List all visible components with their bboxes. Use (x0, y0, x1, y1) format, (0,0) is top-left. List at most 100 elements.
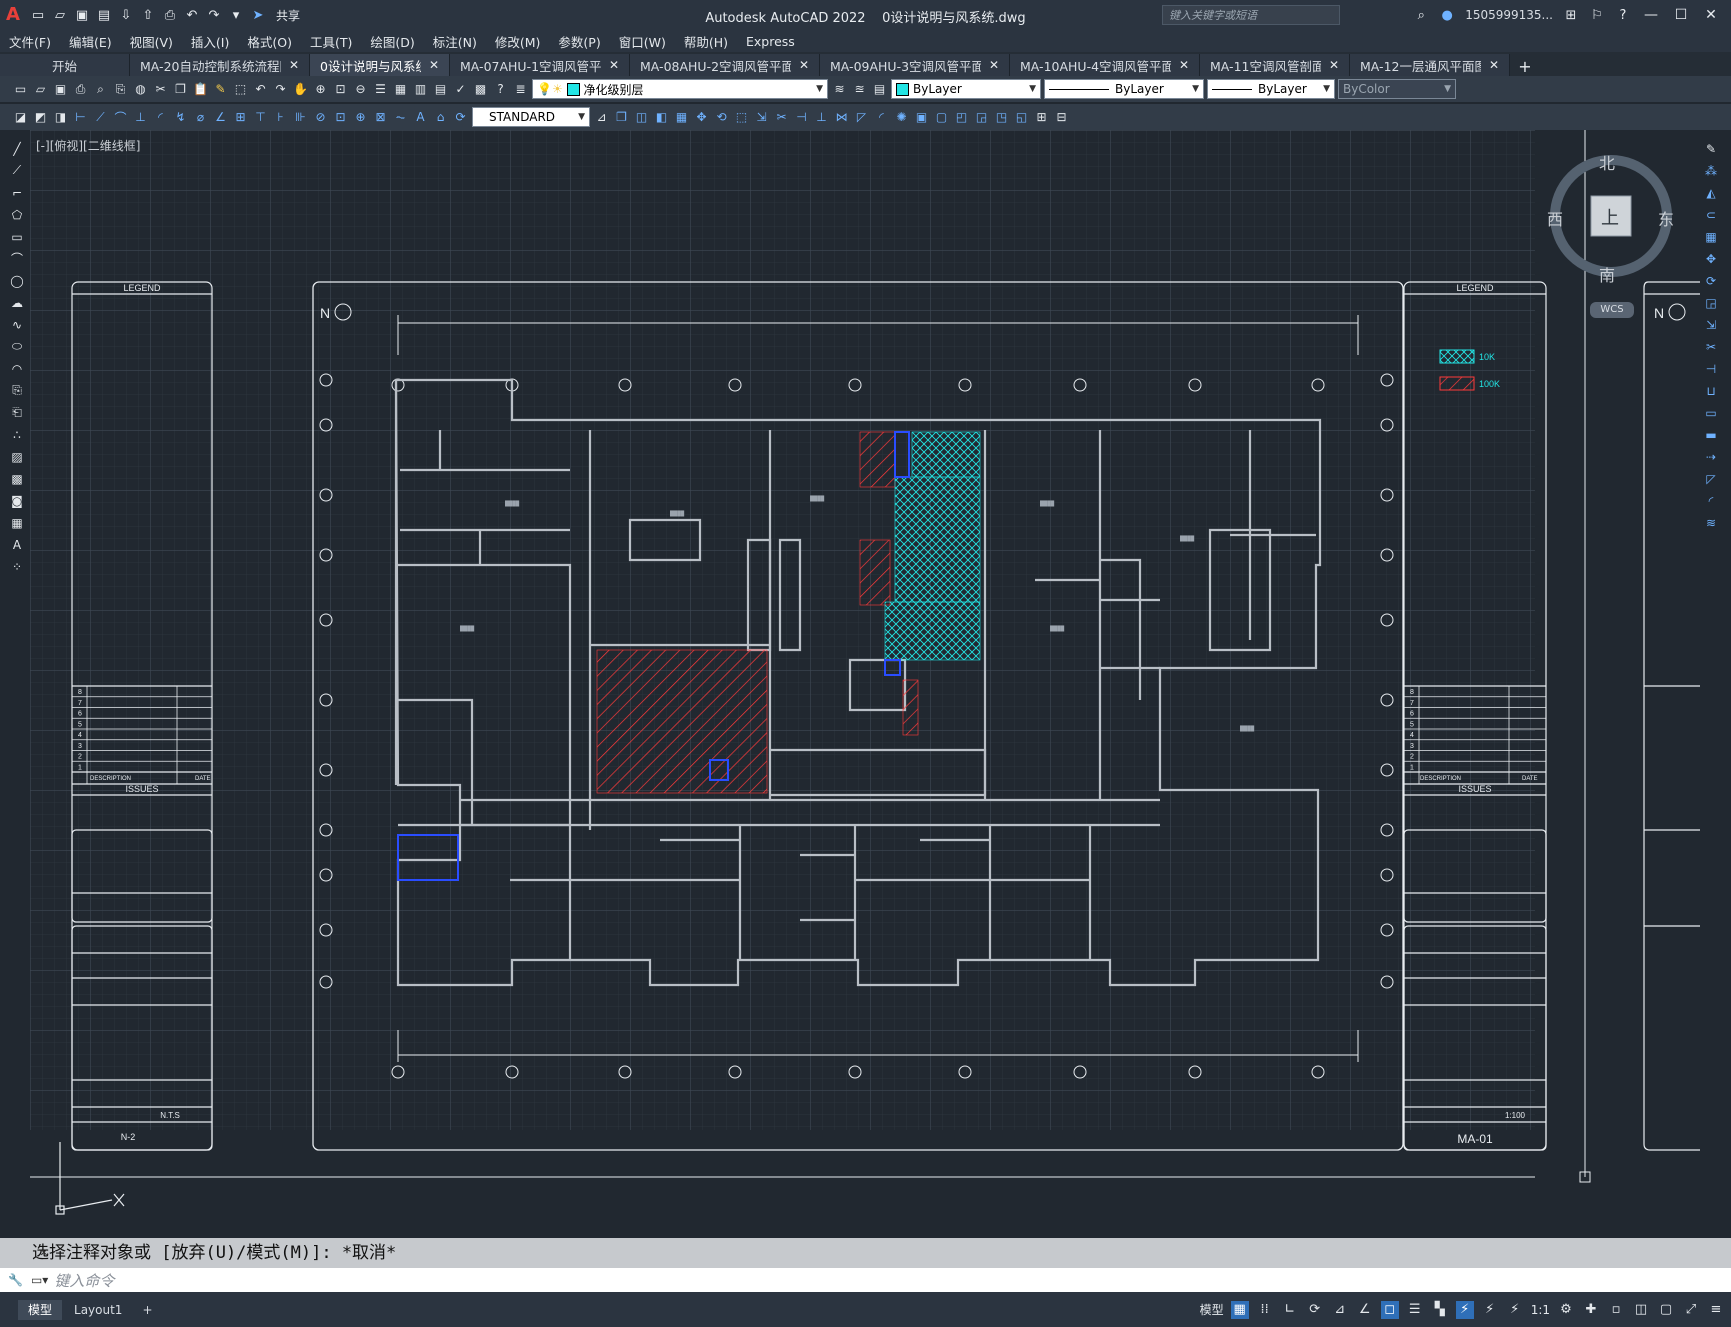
copy-icon[interactable]: ⁂ (1703, 162, 1720, 179)
array-icon[interactable]: ▦ (1703, 228, 1720, 245)
plot-preview-icon[interactable]: ⌕ (92, 81, 109, 98)
open-icon[interactable]: ▱ (32, 81, 49, 98)
blend-icon[interactable]: ◜ (1703, 492, 1720, 509)
close-command-icon[interactable]: ✕ (40, 1238, 48, 1268)
linear-dim-icon[interactable]: ⊢ (72, 109, 89, 126)
units-icon[interactable]: ▫ (1607, 1301, 1625, 1319)
markup-icon[interactable]: ✓ (452, 81, 469, 98)
modify-array-icon[interactable]: ▦ (673, 109, 690, 126)
arc-icon[interactable]: ⌒ (9, 250, 26, 267)
jogged-linear-icon[interactable]: ⏦ (392, 109, 409, 126)
menu-item[interactable]: 标注(N) (424, 32, 486, 51)
baseline-dim-icon[interactable]: ⊤ (252, 109, 269, 126)
lineweight-icon[interactable]: ☰ (1406, 1301, 1424, 1319)
tolerance-icon[interactable]: ⊡ (332, 109, 349, 126)
point-icon[interactable]: ∴ (9, 426, 26, 443)
dim-break-icon[interactable]: ⊘ (312, 109, 329, 126)
modify-offset-icon[interactable]: ◧ (653, 109, 670, 126)
document-tab[interactable]: MA-10AHU-4空调风管平面图* ✕ (1010, 54, 1200, 76)
save-icon[interactable]: ▣ (52, 81, 69, 98)
break-icon[interactable]: ▭ (1703, 404, 1720, 421)
erase-icon[interactable]: ✎ (1703, 140, 1720, 157)
user-account-label[interactable]: 1505999135... (1465, 8, 1553, 22)
color-dropdown[interactable]: ByLayer ▼ (891, 79, 1041, 99)
new-icon[interactable]: ▭ (12, 81, 29, 98)
undo-icon[interactable]: ↶ (252, 81, 269, 98)
zoom-realtime-icon[interactable]: ⊕ (312, 81, 329, 98)
layout-tab[interactable]: Layout1 (64, 1300, 132, 1320)
dim-text-edit-icon[interactable]: ⌂ (432, 109, 449, 126)
ellipse-arc-icon[interactable]: ◠ (9, 360, 26, 377)
region-icon[interactable]: ◙ (9, 492, 26, 509)
inspection-icon[interactable]: ⊠ (372, 109, 389, 126)
paste-icon[interactable]: 📋 (192, 81, 209, 98)
compass-east[interactable]: 东 (1658, 206, 1674, 230)
diameter-dim-icon[interactable]: ⌀ (192, 109, 209, 126)
menu-item[interactable]: 工具(T) (301, 32, 361, 51)
sheet-set-icon[interactable]: ▤ (432, 81, 449, 98)
modify-fillet-icon[interactable]: ◜ (873, 109, 890, 126)
dim-edit-icon[interactable]: A (412, 109, 429, 126)
modify-chamfer-icon[interactable]: ◸ (853, 109, 870, 126)
customize-icon[interactable]: 🔧 (8, 1273, 23, 1287)
close-tab-icon[interactable]: ✕ (1179, 58, 1189, 72)
draworder-below-icon[interactable]: ◲ (973, 109, 990, 126)
clean-screen-icon[interactable]: ⤢ (1682, 1301, 1700, 1319)
cut-icon[interactable]: ✂ (152, 81, 169, 98)
new-tab-button[interactable]: + (1510, 57, 1540, 76)
model-space-button[interactable]: 模型 (1200, 1301, 1224, 1318)
annotation-scale-icon[interactable]: ⚡ (1506, 1301, 1524, 1319)
tool-palettes-icon[interactable]: ▥ (412, 81, 429, 98)
table-icon[interactable]: ▦ (9, 514, 26, 531)
customize-dropdown-icon[interactable]: ▾ (228, 7, 244, 23)
block-editor-icon[interactable]: ⬚ (232, 81, 249, 98)
menu-item[interactable]: 绘图(D) (361, 32, 423, 51)
document-tab[interactable]: MA-12一层通风平面图* ✕ (1350, 54, 1510, 76)
design-center-icon[interactable]: ▦ (392, 81, 409, 98)
3d-print-icon[interactable]: ◍ (132, 81, 149, 98)
modify-stretch-icon[interactable]: ⇲ (753, 109, 770, 126)
move-icon[interactable]: ✥ (1703, 250, 1720, 267)
plotstyle-dropdown[interactable]: ByColor ▼ (1338, 79, 1456, 99)
draworder-above-icon[interactable]: ◰ (953, 109, 970, 126)
help-icon[interactable]: ? (1615, 7, 1631, 23)
draworder-back-icon[interactable]: ▢ (933, 109, 950, 126)
break-at-point-icon[interactable]: ⊔ (1703, 382, 1720, 399)
insert-block-icon[interactable]: ⊞ (1033, 109, 1050, 126)
zoom-window-icon[interactable]: ⊡ (332, 81, 349, 98)
properties-icon[interactable]: ☰ (372, 81, 389, 98)
layer-state-icon[interactable]: ▤ (871, 81, 888, 98)
isolate-objects-icon[interactable]: ▢ (1657, 1301, 1675, 1319)
annotation-scale-value[interactable]: 1:1 (1531, 1303, 1550, 1317)
hatch-icon[interactable]: ▨ (9, 448, 26, 465)
compass-north[interactable]: 北 (1599, 150, 1615, 174)
layer-properties-icon[interactable]: ≣ (512, 81, 529, 98)
modify-scale-icon[interactable]: ⬚ (733, 109, 750, 126)
pan-icon[interactable]: ✋ (292, 81, 309, 98)
polyline-icon[interactable]: ⌐ (9, 184, 26, 201)
insert-block-icon[interactable]: ⎘ (9, 382, 26, 399)
fillet-icon[interactable]: ◸ (1703, 470, 1720, 487)
viewcube[interactable]: 北 南 东 西 上 (1545, 150, 1677, 285)
spline-icon[interactable]: ∿ (9, 316, 26, 333)
object-snap-tracking-icon[interactable]: ∠ (1356, 1301, 1374, 1319)
quick-properties-icon[interactable]: ◫ (1632, 1301, 1650, 1319)
trim-icon[interactable]: ✂ (1703, 338, 1720, 355)
scale-icon[interactable]: ◲ (1703, 294, 1720, 311)
menu-item[interactable]: 插入(I) (182, 32, 238, 51)
radius-dim-icon[interactable]: ◜ (152, 109, 169, 126)
redo-icon[interactable]: ↷ (206, 7, 222, 23)
document-tab[interactable]: MA-20自动控制系统流程图 ✕ (130, 54, 310, 76)
ortho-icon[interactable]: ∟ (1281, 1301, 1299, 1319)
stretch-icon[interactable]: ⇲ (1703, 316, 1720, 333)
polygon-icon[interactable]: ⬠ (9, 206, 26, 223)
modify-mirror-icon[interactable]: ◫ (633, 109, 650, 126)
modify-explode-icon[interactable]: ✺ (893, 109, 910, 126)
close-tab-icon[interactable]: ✕ (989, 58, 999, 72)
undo-icon[interactable]: ↶ (184, 7, 200, 23)
linetype-dropdown[interactable]: ByLayer ▼ (1044, 79, 1204, 99)
jogged-dim-icon[interactable]: ↯ (172, 109, 189, 126)
menu-item[interactable]: 编辑(E) (60, 32, 121, 51)
dim-style-icon[interactable]: ⊿ (593, 109, 610, 126)
modify-copy-icon[interactable]: ❐ (613, 109, 630, 126)
